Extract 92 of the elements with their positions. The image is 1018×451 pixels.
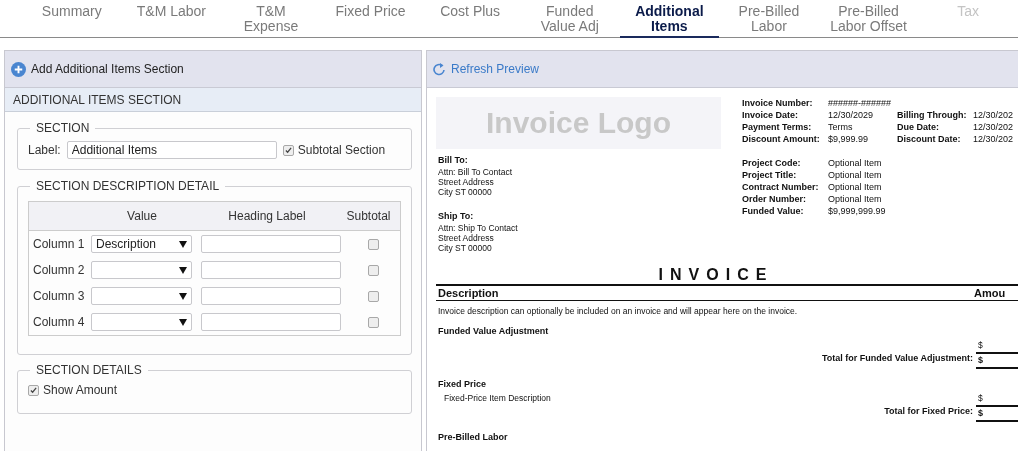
field-value: Optional Item — [828, 169, 883, 181]
address-title: Ship To: — [438, 211, 475, 221]
fieldset-legend: SECTION DETAILS — [30, 363, 148, 377]
field-label: Contract Number: — [742, 181, 820, 193]
field-label: Billing Through: — [897, 109, 968, 121]
field-value: 12/30/202 — [973, 133, 1014, 145]
field-label: Due Date: — [897, 121, 941, 133]
heading-label-input[interactable] — [201, 235, 341, 253]
section-heading: Pre-Billed Labor — [438, 432, 509, 442]
value-dropdown[interactable] — [91, 313, 192, 331]
field-value: Terms — [828, 121, 854, 133]
value-dropdown[interactable] — [91, 287, 192, 305]
subtotal-checkbox[interactable] — [368, 264, 379, 276]
address-line: Attn: Ship To Contact — [438, 223, 519, 233]
tab[interactable]: Additional Items — [619, 0, 720, 38]
column-header: Value — [126, 209, 158, 223]
total-amount: $ — [976, 352, 1018, 369]
total-amount: $ — [976, 405, 1018, 422]
tab[interactable]: Summary — [22, 0, 122, 38]
section-header: ADDITIONAL ITEMS SECTION — [5, 88, 421, 112]
tab[interactable]: Fixed Price — [320, 0, 421, 38]
row-label: Column 4 — [33, 315, 86, 329]
field-label: Funded Value: — [742, 205, 805, 217]
field-value: $9,999.99 — [828, 133, 870, 145]
item-description: Fixed-Price Item Description — [444, 392, 552, 405]
tab[interactable]: Pre-Billed Labor — [719, 0, 819, 38]
field-label: Project Title: — [742, 169, 798, 181]
field-value: 12/30/2029 — [828, 109, 875, 121]
refresh-icon — [433, 61, 446, 77]
tab[interactable]: Cost Plus — [420, 0, 520, 38]
subtotal-checkbox[interactable] — [368, 316, 379, 328]
address-line: City ST 00000 — [438, 243, 493, 253]
field-label: Project Code: — [742, 157, 802, 169]
tab[interactable]: Pre-Billed Labor Offset — [818, 0, 919, 38]
address-line: City ST 00000 — [438, 187, 493, 197]
label-input[interactable]: Additional Items — [66, 141, 277, 159]
column-header: Heading Label — [227, 209, 307, 223]
field-value: $9,999,999.99 — [828, 205, 887, 217]
checkbox[interactable] — [282, 144, 294, 156]
field-value: Optional Item — [828, 157, 883, 169]
address-title: Bill To: — [438, 155, 469, 165]
field-label: Invoice Date: — [742, 109, 800, 121]
address-line: Attn: Bill To Contact — [438, 167, 514, 177]
row-label: Column 2 — [33, 263, 86, 277]
caret-icon — [179, 292, 187, 300]
row-label: Column 1 — [33, 237, 86, 251]
fieldset-legend: SECTION DESCRIPTION DETAIL — [30, 179, 226, 193]
checkbox-label: Subtotal Section — [297, 143, 386, 157]
value-dropdown[interactable] — [91, 261, 192, 279]
field-value: 12/30/202 — [973, 109, 1014, 121]
checkbox-label: Show Amount — [43, 383, 118, 397]
field-label: Payment Terms: — [742, 121, 813, 133]
item-amount: $ — [977, 392, 984, 405]
heading-label-input[interactable] — [201, 287, 341, 305]
item-amount: $ — [977, 339, 984, 352]
subtotal-checkbox[interactable] — [368, 290, 379, 302]
field-value: Optional Item — [828, 181, 883, 193]
section-heading: Fixed Price — [438, 379, 488, 389]
tab[interactable]: Funded Value Adj — [519, 0, 620, 38]
heading-label-input[interactable] — [201, 313, 341, 331]
field-label: Order Number: — [742, 193, 807, 205]
address-line: Street Address — [438, 177, 495, 187]
caret-icon — [179, 266, 187, 274]
invoice-title: INVOICE — [657, 266, 775, 284]
section-heading: Funded Value Adjustment — [438, 326, 550, 336]
plus-circle-icon — [11, 61, 26, 77]
field-label: Invoice Number: — [742, 97, 814, 109]
address-line: Street Address — [438, 233, 495, 243]
field-value: ######-###### — [828, 97, 892, 109]
caret-icon — [179, 318, 187, 326]
caret-icon — [179, 240, 187, 248]
column-header: Amou — [974, 286, 1007, 300]
row-label: Column 3 — [33, 289, 86, 303]
column-header: Description — [438, 286, 500, 300]
invoice-note: Invoice description can optionally be included on an invoice and will appear here on the invoice. — [438, 306, 799, 316]
field-value: Optional Item — [828, 193, 883, 205]
tab[interactable]: T&M Labor — [121, 0, 222, 38]
checkbox[interactable] — [28, 384, 39, 396]
field-label: Label: — [28, 143, 61, 157]
refresh-preview-button[interactable]: Refresh Preview — [433, 61, 540, 77]
value-dropdown[interactable]: Description — [91, 235, 192, 253]
add-section-button[interactable]: Add Additional Items Section — [11, 61, 184, 77]
tab[interactable]: T&M Expense — [221, 0, 321, 38]
subtotal-checkbox[interactable] — [368, 238, 379, 250]
field-value: 12/30/202 — [973, 121, 1014, 133]
column-header: Subtotal — [345, 209, 392, 223]
total-label: Total for Funded Value Adjustment: — [821, 352, 974, 365]
total-label: Total for Fixed Price: — [883, 405, 974, 418]
heading-label-input[interactable] — [201, 261, 341, 279]
fieldset-legend: SECTION — [30, 121, 96, 135]
field-label: Discount Date: — [897, 133, 962, 145]
field-label: Discount Amount: — [742, 133, 821, 145]
